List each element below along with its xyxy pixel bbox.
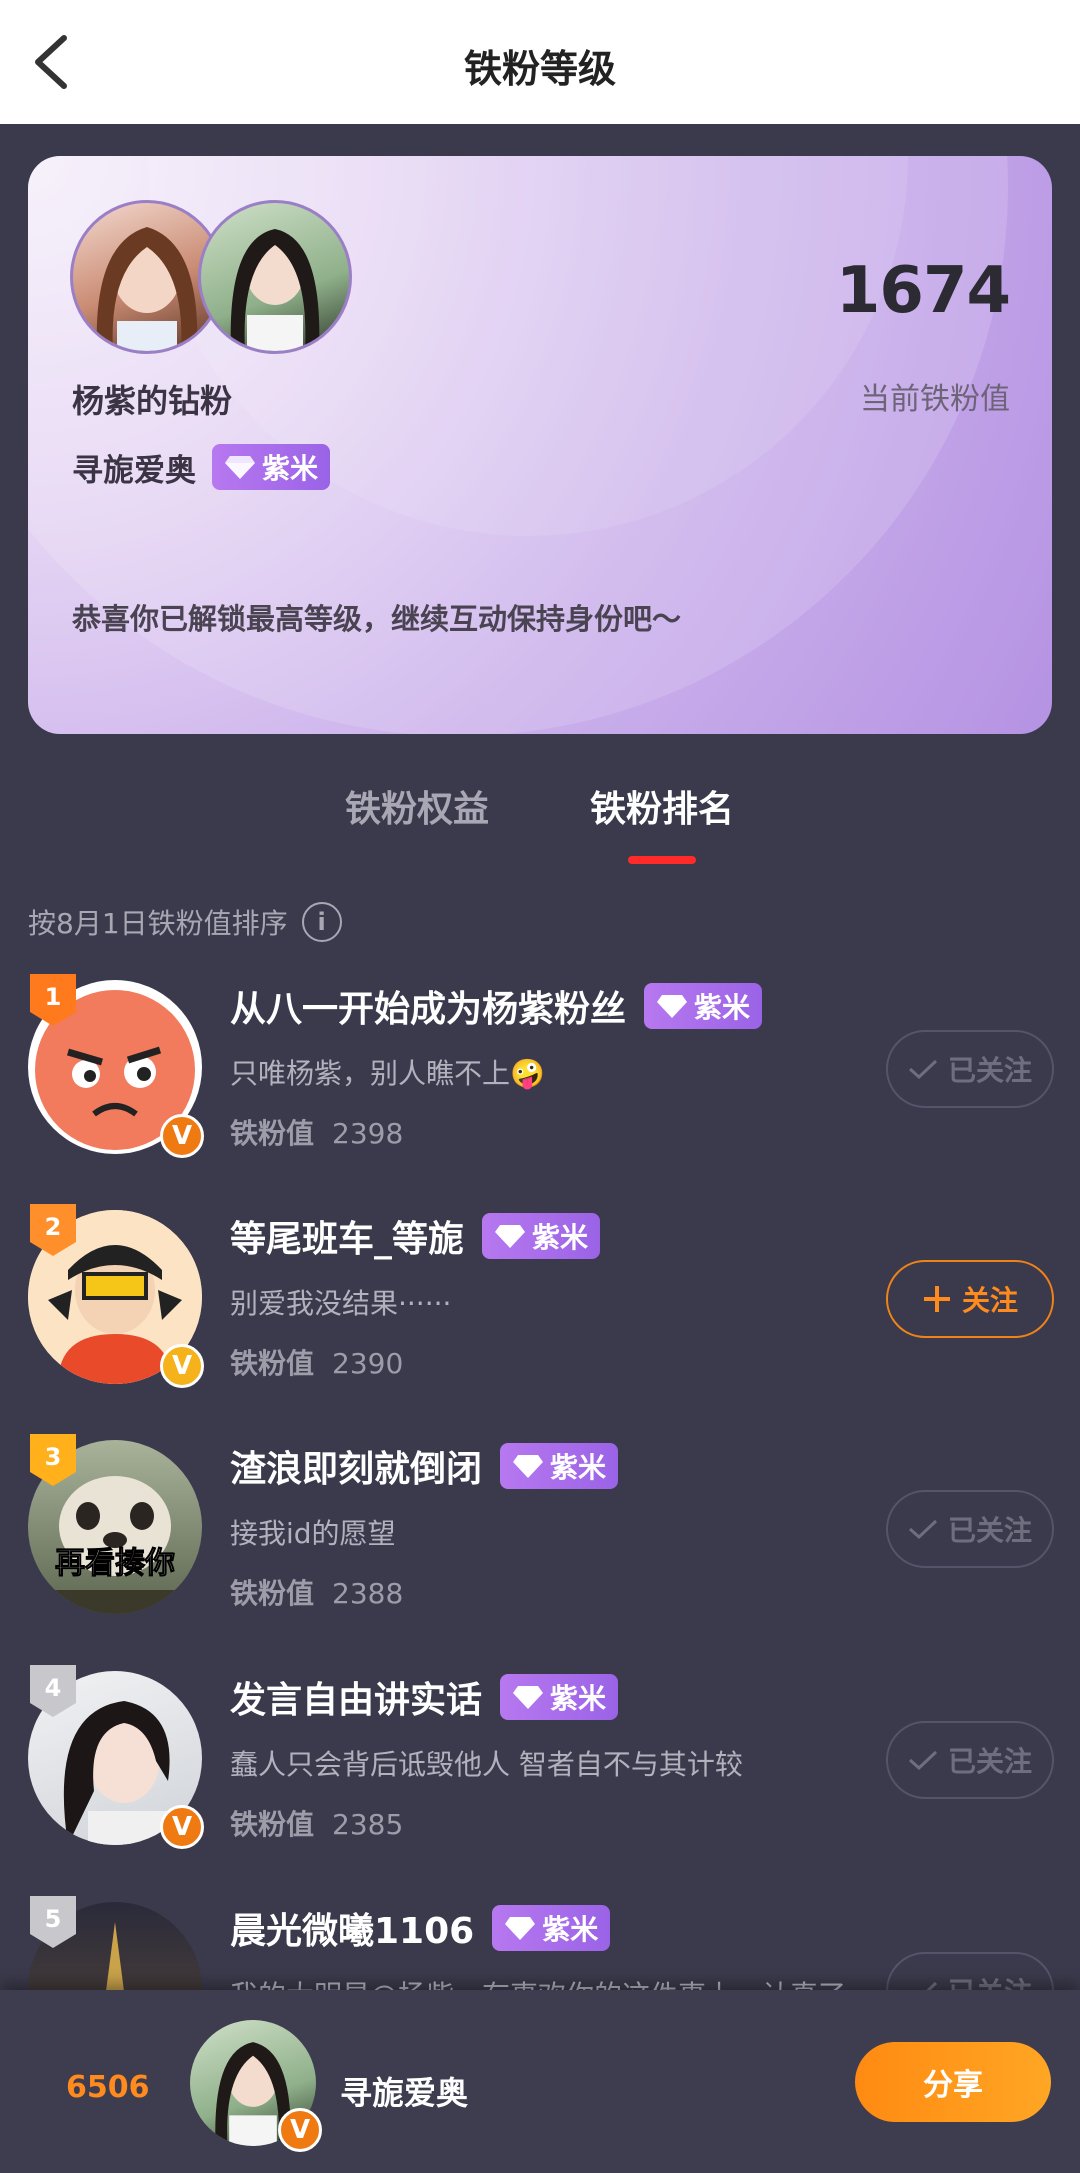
row-signature: 接我id的愿望 [230, 1517, 396, 1550]
row-name: 渣浪即刻就倒闭 紫米 [230, 1440, 619, 1492]
ranking-row[interactable]: 再看揍你 3 渣浪即刻就倒闭 紫米 接我id的愿望 铁粉值 2388 已关注 [0, 1434, 1080, 1670]
diamond-icon [513, 1686, 544, 1709]
check-icon [908, 1059, 938, 1080]
followed-button[interactable]: 已关注 [886, 1030, 1054, 1108]
check-icon [908, 1519, 938, 1540]
tab-bar: 铁粉权益 铁粉排名 [0, 780, 1080, 870]
row-fan-value: 铁粉值 2390 [230, 1347, 404, 1380]
plus-icon [923, 1286, 950, 1312]
share-button[interactable]: 分享 [855, 2042, 1051, 2122]
fan-score-label: 当前铁粉值 [860, 382, 1010, 417]
followed-button[interactable]: 已关注 [886, 1490, 1054, 1568]
diamond-icon [505, 1917, 536, 1940]
bottom-bar: 6506 V 寻旎爱奥 分享 [0, 1990, 1080, 2173]
fan-title: 杨紫的钻粉 [72, 382, 233, 420]
row-signature: 蠢人只会背后诋毁他人 智者自不与其计较 [230, 1748, 743, 1781]
level-badge: 紫米 [212, 444, 331, 490]
top-bar: 铁粉等级 [0, 0, 1080, 124]
check-icon [908, 1750, 938, 1771]
row-name: 从八一开始成为杨紫粉丝 紫米 [230, 980, 763, 1032]
username: 寻旎爱奥 [72, 452, 196, 489]
follow-button[interactable]: 关注 [886, 1260, 1054, 1338]
row-name: 等尾班车_等旎 紫米 [230, 1210, 601, 1262]
page-title: 铁粉等级 [463, 47, 616, 91]
verified-icon: V [160, 1805, 204, 1849]
diamond-icon [513, 1455, 544, 1478]
followed-button[interactable]: 已关注 [886, 1721, 1054, 1799]
avatar-caption: 再看揍你 [55, 1546, 176, 1582]
row-signature: 只唯杨紫，别人瞧不上🤪 [230, 1057, 545, 1090]
row-fan-value: 铁粉值 2385 [230, 1808, 404, 1841]
row-name: 晨光微曦1106 紫米 [230, 1902, 611, 1954]
my-username: 寻旎爱奥 [340, 2074, 469, 2112]
diamond-icon [225, 456, 255, 479]
my-fan-score: 6506 [66, 2070, 150, 2105]
ranking-row[interactable]: 1 V 从八一开始成为杨紫粉丝 紫米 只唯杨紫，别人瞧不上🤪 铁粉值 2398 已… [0, 974, 1080, 1210]
ranking-row[interactable]: 2 V 等尾班车_等旎 紫米 别爱我没结果······ 铁粉值 2390 关注 [0, 1204, 1080, 1440]
row-signature: 别爱我没结果······ [230, 1287, 452, 1320]
user-line: 寻旎爱奥 紫米 [72, 444, 331, 490]
fan-level-card: 1674 当前铁粉值 杨紫的钻粉 寻旎爱奥 紫米 恭喜你已解锁最高等级，继续互动… [28, 156, 1052, 734]
tab-indicator [628, 856, 696, 864]
level-badge: 紫米 [482, 1213, 601, 1259]
info-icon[interactable]: i [301, 902, 342, 942]
row-fan-value: 铁粉值 2388 [230, 1577, 404, 1610]
level-badge: 紫米 [644, 983, 763, 1029]
user-avatar [198, 200, 352, 354]
verified-icon: V [278, 2108, 322, 2152]
level-badge: 紫米 [492, 1905, 611, 1951]
diamond-icon [495, 1225, 526, 1248]
ranking-row[interactable]: 4 V 发言自由讲实话 紫米 蠢人只会背后诋毁他人 智者自不与其计较 铁粉值 23… [0, 1665, 1080, 1901]
sort-label: 按8月1日铁粉值排序 i [28, 902, 342, 942]
row-fan-value: 铁粉值 2398 [230, 1117, 404, 1150]
tab-fan-ranking[interactable]: 铁粉排名 [590, 780, 734, 832]
diamond-icon [657, 995, 688, 1018]
congrats-message: 恭喜你已解锁最高等级，继续互动保持身份吧～ [72, 602, 682, 636]
row-name: 发言自由讲实话 紫米 [230, 1671, 619, 1723]
tab-fan-benefits[interactable]: 铁粉权益 [345, 780, 489, 832]
fan-score: 1674 [835, 254, 1011, 328]
verified-icon: V [160, 1114, 204, 1158]
level-badge: 紫米 [500, 1443, 619, 1489]
level-badge: 紫米 [500, 1674, 619, 1720]
verified-icon: V [160, 1344, 204, 1388]
